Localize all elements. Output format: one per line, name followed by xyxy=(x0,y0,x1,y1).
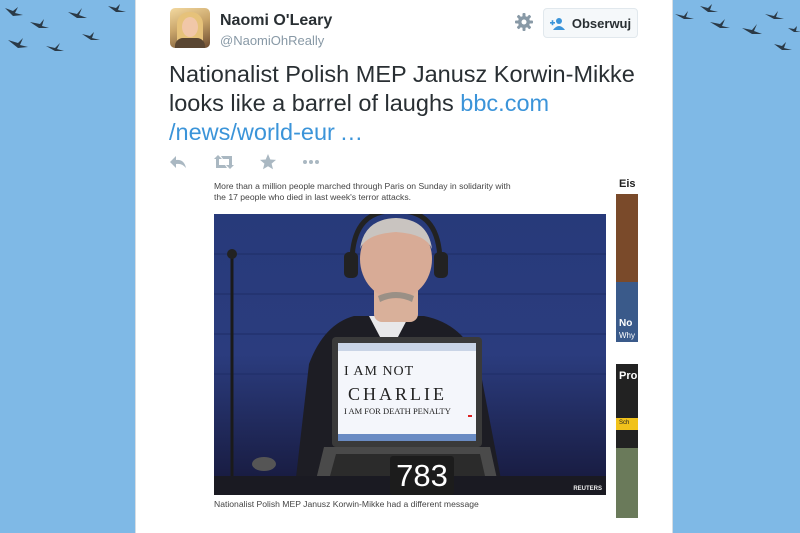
birds-decoration-left xyxy=(5,4,126,51)
seat-number-plate: 783 xyxy=(390,456,454,495)
follow-label: Obserwuj xyxy=(571,15,632,31)
retweet-icon[interactable] xyxy=(214,153,234,171)
article-photo: I AM NOT CHARLIE I AM FOR DEATH PENALTY … xyxy=(214,214,606,495)
sidebar-label-why: Why xyxy=(619,331,635,340)
sidebar-label-sch: Sch xyxy=(619,420,630,426)
laptop-screen-line3: I AM FOR DEATH PENALTY xyxy=(344,406,451,416)
photo-credit: REUTERS xyxy=(573,486,602,492)
article-caption-top: More than a million people marched throu… xyxy=(214,181,511,202)
laptop-screen-line2: CHARLIE xyxy=(348,384,447,404)
sidebar-label-no: No xyxy=(619,318,633,329)
user-handle[interactable]: @NaomiOhReally xyxy=(220,33,324,48)
sidebar-label-pro: Pro xyxy=(619,370,638,382)
tweet-text: Nationalist Polish MEP Janusz Korwin-Mik… xyxy=(169,60,639,147)
gear-icon[interactable] xyxy=(514,12,534,32)
article-caption-bottom: Nationalist Polish MEP Janusz Korwin-Mik… xyxy=(214,499,479,509)
sidebar-label-top: Eis xyxy=(619,178,636,190)
birds-decoration-right xyxy=(675,4,800,50)
tweet-text-line2: looks like a barrel of laughs xyxy=(169,90,461,116)
follow-person-icon xyxy=(549,17,565,30)
follow-button[interactable]: Obserwuj xyxy=(543,8,638,38)
tweet-link-continued[interactable]: /news/world-eur … xyxy=(169,118,639,147)
tweet-card: Naomi O'Leary @NaomiOhReally Obserwuj Na… xyxy=(135,0,673,533)
laptop-screen-line1: I AM NOT xyxy=(344,364,415,379)
more-icon[interactable] xyxy=(302,153,320,171)
user-name[interactable]: Naomi O'Leary xyxy=(220,12,332,30)
tweet-text-line1: Nationalist Polish MEP Janusz Korwin-Mik… xyxy=(169,61,635,87)
sidebar-thumbnails xyxy=(616,194,638,518)
embedded-article-image[interactable]: More than a million people marched throu… xyxy=(214,178,606,513)
favorite-icon[interactable] xyxy=(259,153,277,171)
article-sidebar-strip: Eis No Why Pro Sch xyxy=(616,178,638,518)
reply-icon[interactable] xyxy=(169,153,187,171)
avatar[interactable] xyxy=(170,8,210,48)
photo-illustration xyxy=(214,214,606,495)
tweet-link[interactable]: bbc.com xyxy=(460,90,549,116)
